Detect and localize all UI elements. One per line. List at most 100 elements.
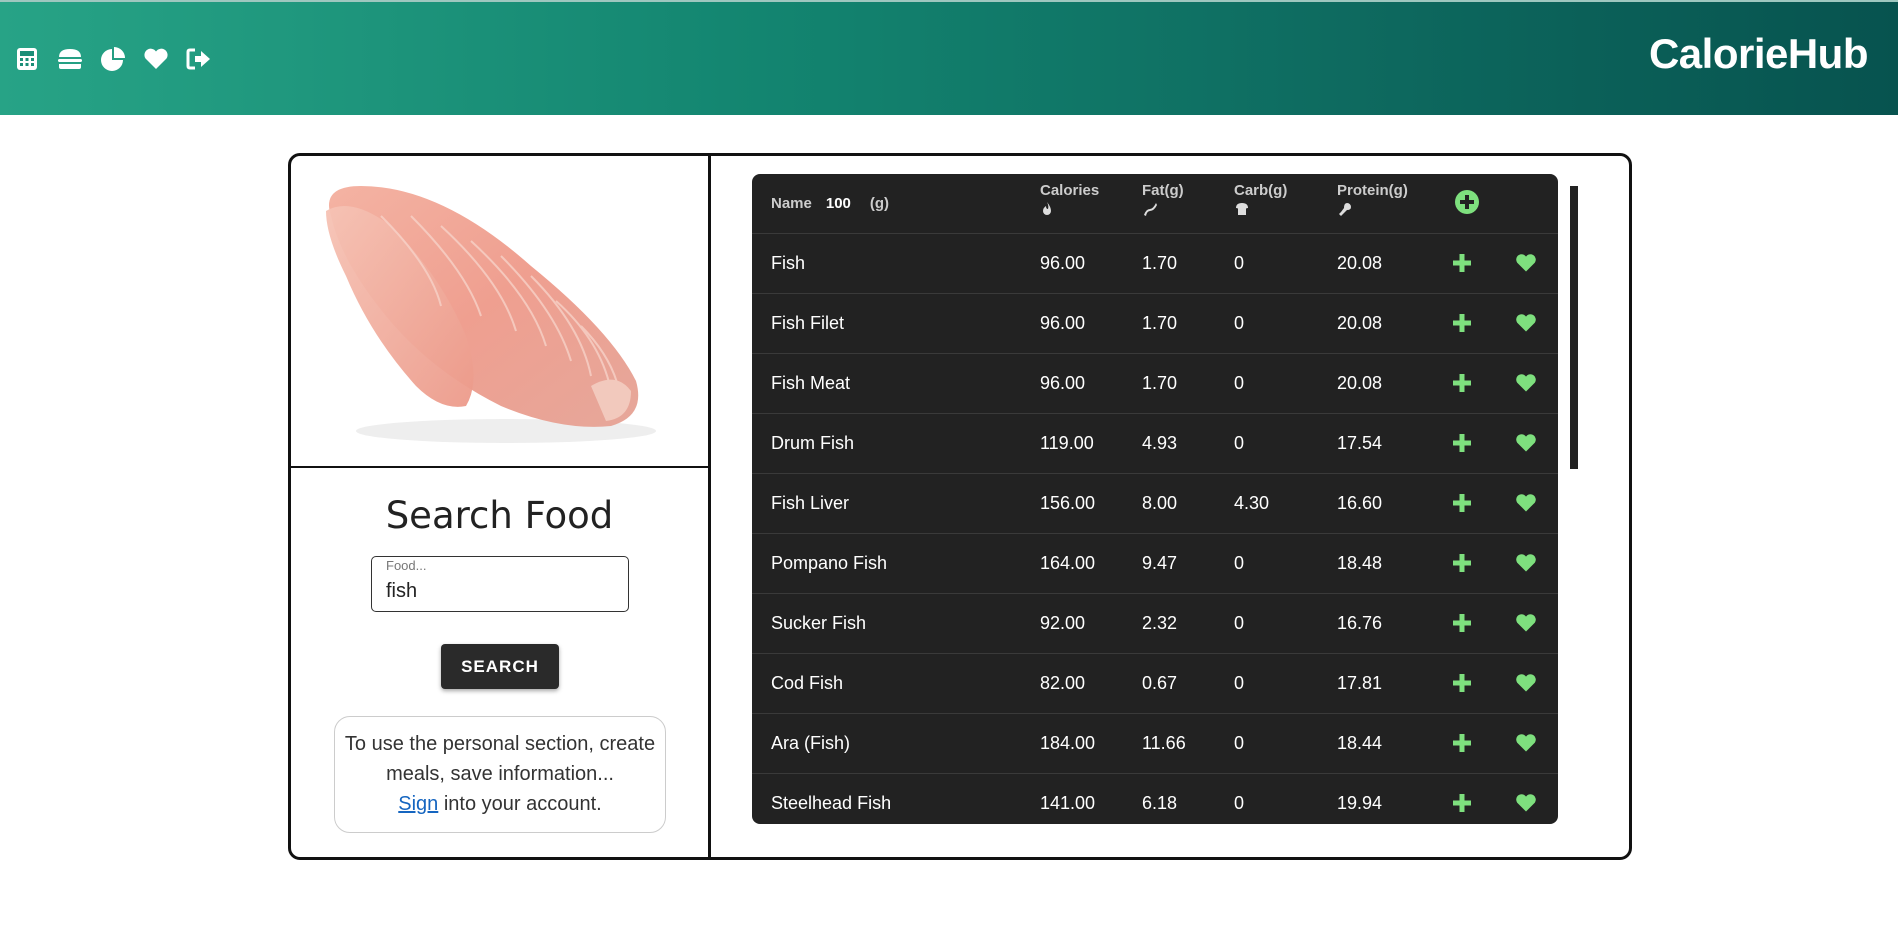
logout-icon[interactable] (186, 46, 212, 72)
food-fat: 6.18 (1142, 793, 1178, 813)
food-name: Steelhead Fish (771, 793, 892, 813)
food-calories: 156.00 (1040, 493, 1096, 513)
food-protein: 17.54 (1337, 433, 1383, 453)
food-calories: 96.00 (1040, 253, 1086, 273)
add-food-icon[interactable] (1451, 312, 1473, 334)
add-food-icon[interactable] (1451, 432, 1473, 454)
food-search-field[interactable]: Food... (371, 556, 629, 612)
food-carb: 0 (1234, 253, 1245, 273)
app-header: CalorieHub (0, 0, 1898, 115)
table-row[interactable]: Drum Fish 119.00 4.93 0 17.54 (752, 414, 1558, 474)
add-food-icon[interactable] (1451, 252, 1473, 274)
calculator-icon[interactable] (14, 46, 40, 72)
pie-chart-icon[interactable] (100, 46, 126, 72)
food-fat: 1.70 (1142, 253, 1178, 273)
nav-icon-bar (14, 46, 212, 72)
add-food-icon[interactable] (1451, 372, 1473, 394)
drumstick-icon (1339, 203, 1351, 216)
food-protein: 20.08 (1337, 253, 1383, 273)
add-food-icon[interactable] (1451, 732, 1473, 754)
table-header: Name(g) Calories Fat(g) Carb(g) Protein(… (752, 174, 1558, 234)
header-carb: Carb(g) (1234, 182, 1287, 217)
table-row[interactable]: Fish Meat 96.00 1.70 0 20.08 (752, 354, 1558, 414)
food-fat: 0.67 (1142, 673, 1178, 693)
food-carb: 4.30 (1234, 493, 1270, 513)
add-food-icon[interactable] (1451, 612, 1473, 634)
food-carb: 0 (1234, 433, 1245, 453)
search-panel: Search Food Food... SEARCH To use the pe… (291, 156, 711, 857)
header-calories: Calories (1040, 182, 1099, 217)
favorite-heart-icon[interactable] (1515, 492, 1537, 514)
table-row[interactable]: Fish Filet 96.00 1.70 0 20.08 (752, 294, 1558, 354)
food-calories: 96.00 (1040, 313, 1086, 333)
food-protein: 16.60 (1337, 493, 1383, 513)
search-button[interactable]: SEARCH (441, 644, 559, 689)
header-protein: Protein(g) (1337, 182, 1408, 217)
results-scrollbar[interactable] (1570, 186, 1578, 469)
favorite-heart-icon[interactable] (1515, 672, 1537, 694)
search-input[interactable] (386, 577, 616, 605)
food-name: Sucker Fish (771, 613, 867, 633)
food-carb: 0 (1234, 613, 1245, 633)
food-name: Pompano Fish (771, 553, 888, 573)
add-food-icon[interactable] (1451, 672, 1473, 694)
grams-input[interactable] (825, 195, 870, 212)
food-image (291, 156, 708, 468)
grams-unit: (g) (869, 195, 890, 212)
sign-in-link[interactable]: Sign (398, 793, 438, 815)
table-row[interactable]: Pompano Fish 164.00 9.47 0 18.48 (752, 534, 1558, 594)
bread-icon (1236, 203, 1248, 215)
table-row[interactable]: Fish 96.00 1.70 0 20.08 (752, 234, 1558, 294)
food-carb: 0 (1234, 793, 1245, 813)
burger-icon[interactable] (57, 46, 83, 72)
table-row[interactable]: Cod Fish 82.00 0.67 0 17.81 (752, 654, 1558, 714)
header-fat: Fat(g) (1142, 182, 1184, 217)
app-brand-title: CalorieHub (1648, 30, 1869, 77)
add-food-icon[interactable] (1451, 492, 1473, 514)
favorite-heart-icon[interactable] (1515, 312, 1537, 334)
favorite-heart-icon[interactable] (1515, 372, 1537, 394)
search-field-label: Food... (386, 558, 427, 573)
food-fat: 4.93 (1142, 433, 1178, 453)
food-protein: 16.76 (1337, 613, 1383, 633)
add-food-icon[interactable] (1451, 552, 1473, 574)
food-fat: 1.70 (1142, 373, 1178, 393)
flame-icon (1043, 202, 1051, 215)
favorite-heart-icon[interactable] (1515, 552, 1537, 574)
add-custom-food-icon[interactable] (1454, 189, 1480, 215)
food-calories: 119.00 (1040, 433, 1094, 453)
food-carb: 0 (1234, 733, 1245, 753)
food-protein: 18.44 (1337, 733, 1383, 753)
food-name: Ara (Fish) (771, 733, 851, 753)
add-food-icon[interactable] (1451, 792, 1473, 814)
food-protein: 17.81 (1337, 673, 1383, 693)
food-fat: 1.70 (1142, 313, 1178, 333)
food-protein: 19.94 (1337, 793, 1383, 813)
food-calories: 164.00 (1040, 553, 1096, 573)
table-row[interactable]: Fish Liver 156.00 8.00 4.30 16.60 (752, 474, 1558, 534)
food-calories: 82.00 (1040, 673, 1086, 693)
food-carb: 0 (1234, 673, 1245, 693)
table-row[interactable]: Ara (Fish) 184.00 11.66 0 18.44 (752, 714, 1558, 774)
heart-icon[interactable] (143, 46, 169, 72)
food-results-table: Name(g) Calories Fat(g) Carb(g) Protein(… (752, 174, 1558, 824)
food-fat: 2.32 (1142, 613, 1178, 633)
table-row[interactable]: Steelhead Fish 141.00 6.18 0 19.94 (752, 774, 1558, 824)
food-carb: 0 (1234, 313, 1245, 333)
header-name: Name(g) (771, 195, 889, 212)
search-title: Search Food (385, 494, 614, 537)
favorite-heart-icon[interactable] (1515, 612, 1537, 634)
food-name: Fish Filet (771, 313, 845, 333)
favorite-heart-icon[interactable] (1515, 432, 1537, 454)
food-protein: 20.08 (1337, 313, 1383, 333)
favorite-heart-icon[interactable] (1515, 792, 1537, 814)
favorite-heart-icon[interactable] (1515, 252, 1537, 274)
food-calories: 96.00 (1040, 373, 1086, 393)
table-row[interactable]: Sucker Fish 92.00 2.32 0 16.76 (752, 594, 1558, 654)
food-calories: 141.00 (1040, 793, 1096, 813)
favorite-heart-icon[interactable] (1515, 732, 1537, 754)
food-calories: 184.00 (1040, 733, 1096, 753)
food-fat: 8.00 (1142, 493, 1178, 513)
signin-notice-text: To use the personal section, create meal… (344, 733, 656, 785)
food-carb: 0 (1234, 373, 1245, 393)
